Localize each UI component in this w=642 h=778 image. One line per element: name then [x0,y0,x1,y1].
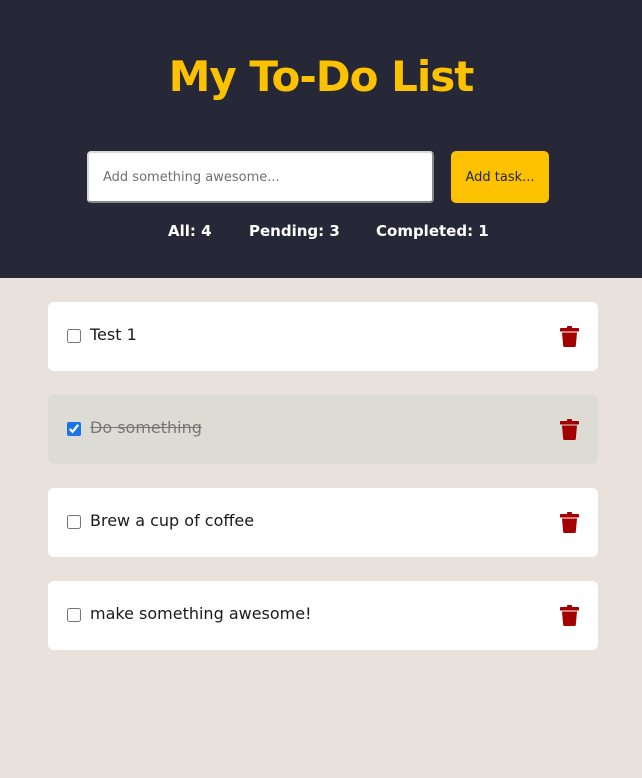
task-text: Do something [90,418,202,437]
completed-count: Completed: 1 [376,222,489,240]
pending-count: Pending: 3 [249,222,340,240]
task-checkbox[interactable] [67,329,81,343]
task-item: Brew a cup of coffee [48,488,598,557]
task-item: Test 1 [48,302,598,371]
task-text: Test 1 [90,325,137,344]
task-item: Do something [48,395,598,464]
add-task-button[interactable]: Add task... [451,151,549,203]
task-checkbox[interactable] [67,422,81,436]
task-item: make something awesome! [48,581,598,650]
task-checkbox[interactable] [67,608,81,622]
trash-icon[interactable] [560,512,579,533]
page-title: My To-Do List [168,52,475,101]
trash-icon[interactable] [560,419,579,440]
task-text: Brew a cup of coffee [90,511,255,530]
trash-icon[interactable] [560,605,579,626]
task-text: make something awesome! [90,604,312,623]
all-count: All: 4 [168,222,212,240]
header: My To-Do List Add task... All: 4 Pending… [0,0,642,278]
task-input[interactable] [87,151,434,203]
trash-icon[interactable] [560,326,579,347]
task-checkbox[interactable] [67,515,81,529]
